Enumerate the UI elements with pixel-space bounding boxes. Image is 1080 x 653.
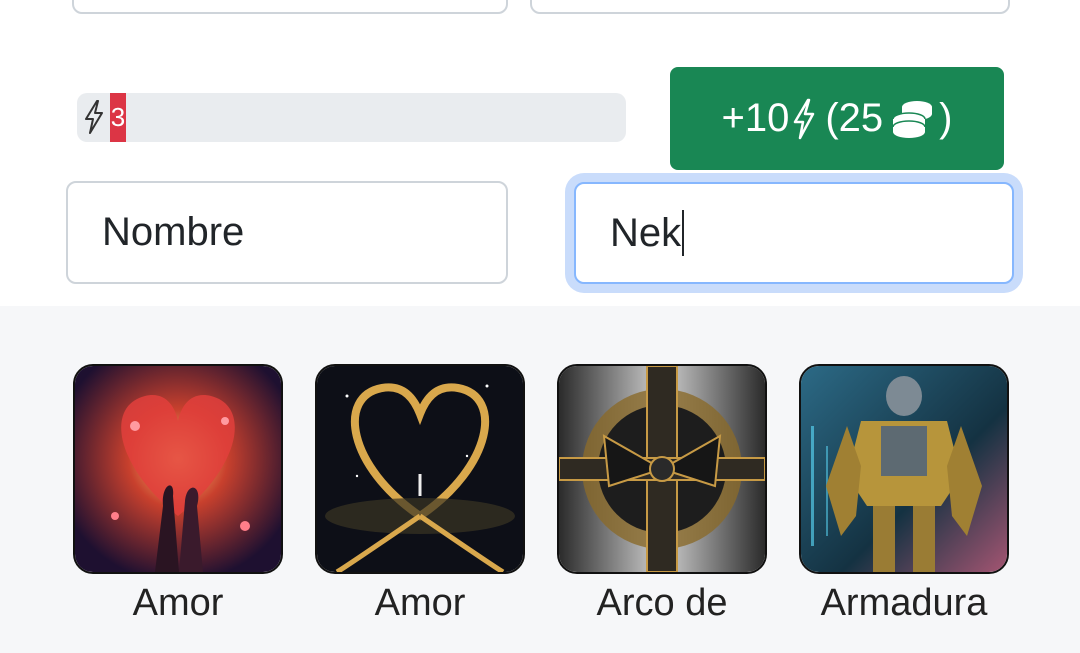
gallery-card-label: Amor (374, 582, 466, 624)
nick-input[interactable]: Nek (574, 182, 1014, 284)
gallery-card[interactable]: Armadura (799, 364, 1009, 625)
buy-energy-button[interactable]: +10 (25 ) (670, 67, 1004, 170)
top-right-field[interactable] (530, 0, 1010, 14)
ribbon-bow-image (557, 364, 767, 574)
lightning-icon (794, 98, 815, 139)
gallery-card[interactable]: Arco de (557, 364, 767, 625)
gallery-card[interactable]: Amor (73, 364, 283, 625)
gallery-card-label: Arco de (596, 582, 728, 624)
energy-progress-bar (77, 93, 626, 142)
lightning-icon (85, 100, 103, 134)
cosmic-heart-image (315, 364, 525, 574)
coins-icon (892, 100, 933, 138)
gallery-card-label: Armadura (820, 582, 988, 624)
image-gallery: Amor Amor Arco de Armadura (0, 306, 1080, 653)
top-left-field[interactable] (72, 0, 508, 14)
buy-close-paren: ) (939, 96, 953, 140)
name-input[interactable]: Nombre (66, 181, 508, 284)
nick-value: Nek (610, 210, 682, 255)
text-caret (682, 210, 685, 256)
robot-armor-image (799, 364, 1009, 574)
buy-amount-label: +10 (721, 96, 790, 140)
gallery-card-label: Amor (132, 582, 224, 624)
buy-price-label: (25 (825, 96, 884, 140)
energy-level-fill: 3 (110, 93, 126, 142)
gallery-card[interactable]: Amor (315, 364, 525, 625)
name-placeholder: Nombre (102, 210, 245, 254)
two-women-heart-image (73, 364, 283, 574)
